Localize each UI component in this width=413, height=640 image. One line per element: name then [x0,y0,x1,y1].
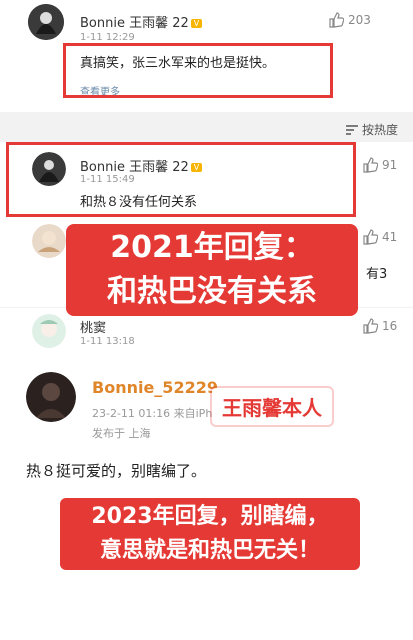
comment-time: 1-11 13:18 [80,336,135,347]
avatar-photo [32,314,66,348]
like-count: 91 [382,158,398,172]
like-button[interactable]: 41 [362,229,397,245]
sort-by-hot[interactable]: 按热度 [345,121,398,138]
caption-banner-2021: 2021年回复： 和热巴没有关系 [66,224,358,316]
thumbs-up-icon [363,229,378,245]
post-location: 发布于 上海 [92,427,151,440]
thumbs-up-icon [363,157,378,173]
like-count: 41 [382,230,398,244]
avatar[interactable] [28,4,64,40]
thumbs-up-icon [329,12,344,28]
like-button[interactable]: 16 [362,318,397,334]
post-username[interactable]: Bonnie_52229 [92,378,218,397]
banner-line-1: 2023年回复，别瞎编， [91,504,329,529]
verified-badge: V [190,19,203,28]
avatar-photo [28,4,64,40]
comment-time: 1-11 12:29 [80,32,135,43]
banner-line-1: 2021年回复： [110,230,314,265]
comment-username[interactable]: 桃窦 [80,317,106,336]
comment-username[interactable]: Bonnie 王雨馨 22 V [80,12,203,31]
avatar[interactable] [32,314,66,348]
highlight-box-1 [63,43,333,98]
thumbs-up-icon [363,318,378,334]
like-button[interactable]: 91 [362,157,397,173]
highlight-box-2 [6,142,356,217]
banner-line-2: 意思就是和热巴无关！ [99,538,320,563]
like-count: 203 [348,13,371,27]
banner-line-2: 和热巴没有关系 [107,274,317,309]
avatar-photo [26,372,76,422]
like-button[interactable]: 203 [328,12,371,28]
comment-text-partial: 有3 [366,267,388,282]
post-text: 热８挺可爱的，别瞎编了。 [26,462,207,480]
avatar[interactable] [26,372,76,422]
sort-icon [346,124,358,135]
avatar[interactable] [32,224,66,258]
like-count: 16 [382,319,398,333]
identity-tag: 王雨馨本人 [212,388,332,425]
caption-banner-2023: 2023年回复，别瞎编， 意思就是和热巴无关！ [60,498,360,570]
avatar-photo [32,224,66,258]
